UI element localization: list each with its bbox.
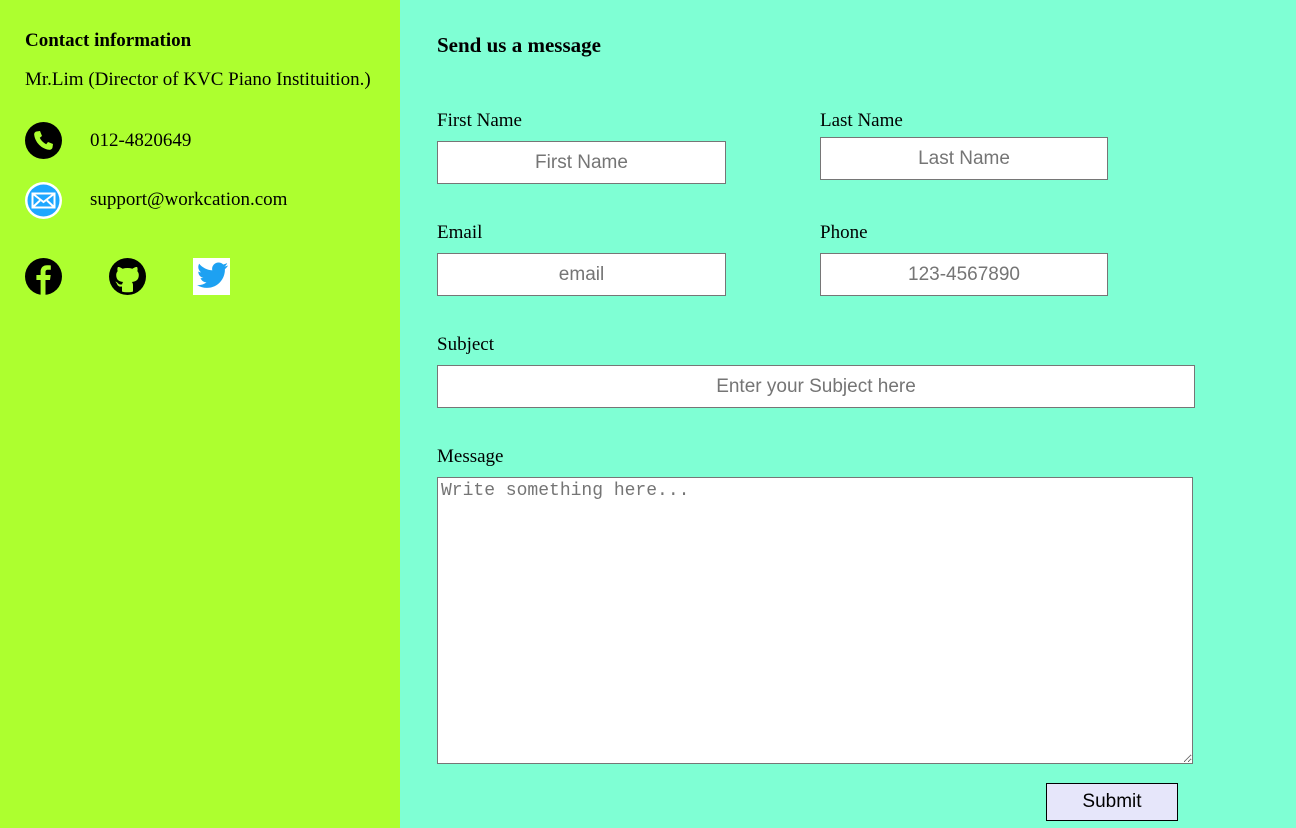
envelope-icon [25,182,62,219]
twitter-icon[interactable] [193,258,230,295]
email-label: Email [437,222,483,243]
contact-info-panel: Contact information Mr.Lim (Director of … [0,0,400,828]
form-title: Send us a message [437,33,601,57]
subject-input[interactable] [437,365,1195,408]
email-input[interactable] [437,253,726,296]
first-name-label: First Name [437,110,522,131]
submit-button[interactable]: Submit [1046,783,1178,821]
contact-person-name: Mr.Lim (Director of KVC Piano Instituiti… [25,69,371,90]
contact-phone-number: 012-4820649 [90,130,192,151]
message-textarea[interactable] [437,477,1193,764]
phone-label: Phone [820,222,868,243]
last-name-input[interactable] [820,137,1108,180]
github-icon[interactable] [109,258,146,295]
contact-info-title: Contact information [25,30,192,51]
subject-label: Subject [437,334,494,355]
contact-email-address: support@workcation.com [90,189,288,210]
phone-input[interactable] [820,253,1108,296]
last-name-label: Last Name [820,110,903,131]
first-name-input[interactable] [437,141,726,184]
message-form-panel: Send us a message First Name Last Name E… [400,0,1296,828]
phone-icon [25,122,62,159]
message-label: Message [437,446,504,467]
facebook-icon[interactable] [25,258,62,295]
